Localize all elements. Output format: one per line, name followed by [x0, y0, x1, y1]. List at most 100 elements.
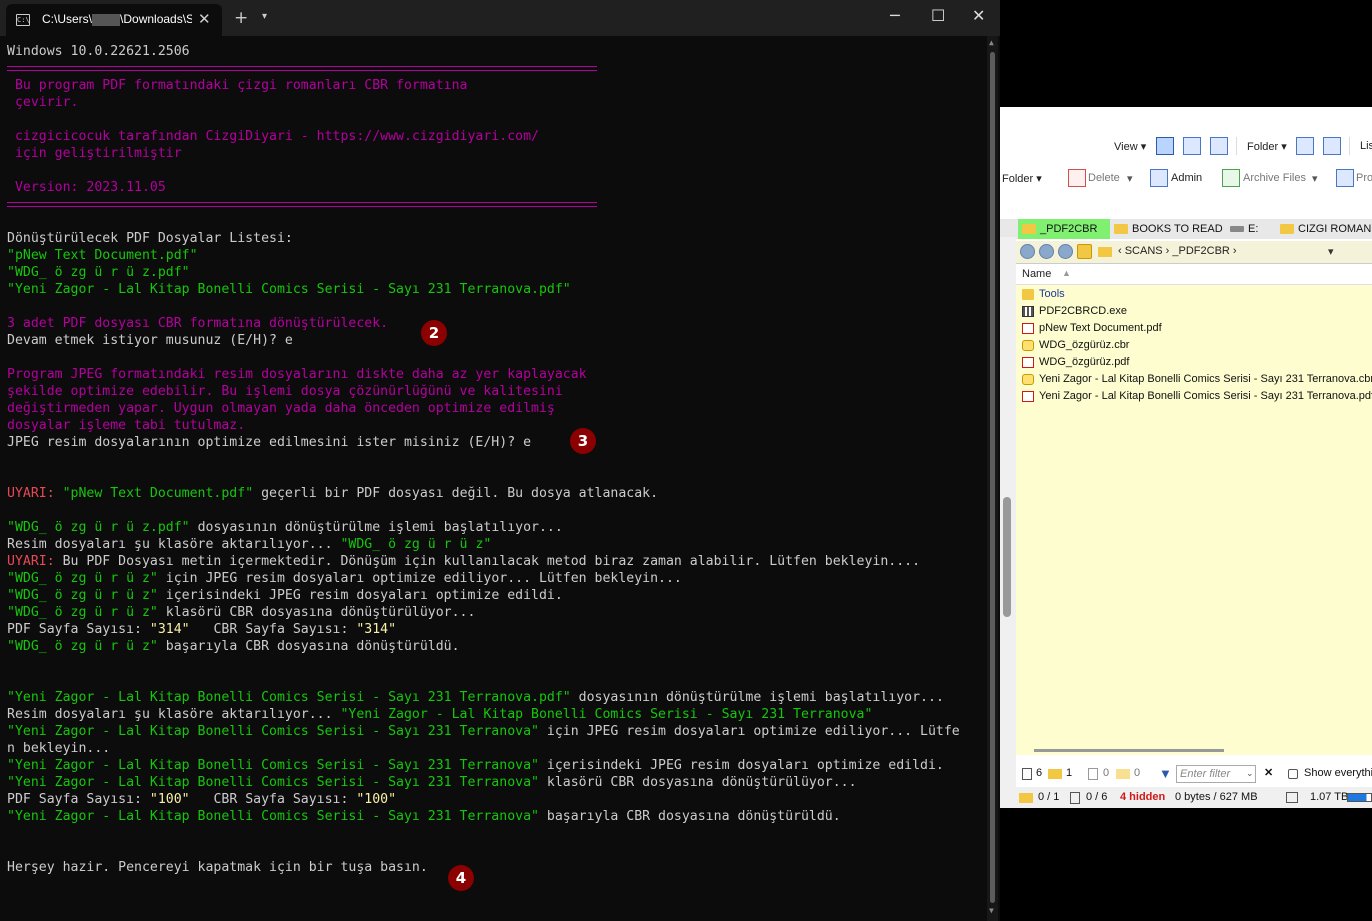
clear-filter-icon[interactable]: ✕ — [1264, 763, 1273, 784]
delete-icon[interactable] — [1068, 169, 1086, 187]
list-item[interactable]: Yeni Zagor - Lal Kitap Bonelli Comics Se… — [1022, 371, 1372, 388]
folder-icon — [1098, 247, 1112, 257]
address-bar[interactable]: ‹ SCANS › _PDF2CBR › ▾ — [1016, 241, 1372, 264]
properties-icon[interactable] — [1336, 169, 1354, 187]
tab-books-to-read[interactable]: BOOKS TO READ — [1110, 219, 1226, 239]
terminal-tab[interactable]: C:\ C:\Users\\Downloads\SCA ✕ — [6, 4, 222, 36]
tab-pdf2cbr[interactable]: _PDF2CBR — [1018, 219, 1110, 239]
list-item[interactable]: PDF2CBRCD.exe — [1022, 303, 1127, 320]
filter-input[interactable]: Enter filter — [1176, 765, 1256, 783]
sort-ascending-icon: ▲ — [1062, 268, 1071, 278]
maximize-button[interactable]: ☐ — [931, 6, 945, 25]
annotation-badge-2: 2 — [421, 320, 447, 346]
pdf-icon — [1022, 323, 1034, 334]
list-item[interactable]: Yeni Zagor - Lal Kitap Bonelli Comics Se… — [1022, 388, 1372, 405]
delete-dropdown-icon[interactable]: ▾ — [1127, 172, 1133, 185]
pdf-icon — [1022, 391, 1034, 402]
toolbar-actions: Folder ▾ Delete ▾ Admin Archive Files ▾ … — [1000, 163, 1372, 193]
delete-button[interactable]: Delete — [1088, 172, 1120, 184]
scroll-up-icon[interactable]: ▲ — [989, 38, 994, 47]
drive-free-space: 1.07 TB — [1310, 791, 1349, 803]
tab-drive-e[interactable]: E: — [1226, 219, 1276, 239]
favorites-icon[interactable] — [1077, 244, 1092, 259]
folder-view-menu[interactable]: Folder ▾ — [1247, 140, 1287, 153]
new-tab-button[interactable]: + — [234, 8, 248, 28]
address-dropdown-icon[interactable]: ▾ — [1328, 245, 1334, 258]
output-line: "WDG_ ö zg ü r ü z" başarıyla CBR dosyas… — [7, 639, 460, 654]
left-scrollbar[interactable] — [1000, 237, 1016, 808]
file-icon — [1070, 792, 1080, 804]
archive-dropdown-icon[interactable]: ▾ — [1312, 172, 1318, 185]
annotation-badge-4: 4 — [448, 865, 474, 891]
hidden-count[interactable]: 4 hidden — [1120, 787, 1165, 808]
output-line: cizgicicocuk tarafından CizgiDiyari - ht… — [7, 129, 539, 144]
lister-menu[interactable]: Lis — [1360, 140, 1372, 152]
admin-icon[interactable] — [1150, 169, 1168, 187]
folder-icon — [1116, 769, 1130, 779]
output-line: Resim dosyaları şu klasöre aktarılıyor..… — [7, 707, 873, 722]
tab-cizgi-roman[interactable]: CIZGI ROMAN — [1276, 219, 1372, 239]
tab-dropdown-button[interactable]: ▾ — [262, 11, 267, 22]
selected-files-count: 0 — [1103, 767, 1110, 779]
forward-icon[interactable] — [1039, 244, 1054, 259]
output-line: "WDG_ ö zg ü r ü z.pdf" dosyasının dönüş… — [7, 520, 563, 535]
output-line: "WDG_ ö zg ü r ü z" klasörü CBR dosyasın… — [7, 605, 476, 620]
drive-icon — [1286, 792, 1298, 803]
tiles-icon[interactable] — [1323, 137, 1341, 155]
show-everything-checkbox[interactable] — [1288, 769, 1298, 779]
scrollbar-thumb[interactable] — [990, 52, 995, 903]
output-line: için geliştirilmiştir — [7, 146, 182, 161]
file-manager-window[interactable]: View ▾ Folder ▾ Lis Folder ▾ Delete ▾ Ad… — [1000, 107, 1372, 808]
annotation-badge-3: 3 — [570, 428, 596, 454]
up-icon[interactable] — [1058, 244, 1073, 259]
close-tab-icon[interactable]: ✕ — [198, 10, 211, 28]
output-line: "Yeni Zagor - Lal Kitap Bonelli Comics S… — [7, 282, 571, 297]
column-header[interactable]: Name ▲ — [1016, 264, 1372, 285]
exe-icon — [1022, 306, 1034, 317]
terminal-window[interactable]: C:\ C:\Users\\Downloads\SCA ✕ + ▾ ─ ☐ ✕ … — [0, 0, 1000, 921]
file-list[interactable]: Name ▲ Tools PDF2CBRCD.exe pNew Text Doc… — [1016, 264, 1372, 754]
drive-icon — [1230, 226, 1244, 232]
thumbnail-icon[interactable] — [1296, 137, 1314, 155]
list-item[interactable]: pNew Text Document.pdf — [1022, 320, 1162, 337]
name-column[interactable]: Name — [1022, 268, 1051, 280]
new-folder-button[interactable]: Folder ▾ — [1002, 172, 1042, 185]
list-view-icon[interactable] — [1183, 137, 1201, 155]
minimize-button[interactable]: ─ — [890, 6, 900, 25]
scroll-down-icon[interactable]: ▼ — [989, 906, 994, 915]
scrollbar-thumb[interactable] — [1003, 497, 1011, 617]
preview-view-icon[interactable] — [1210, 137, 1228, 155]
archive-icon[interactable] — [1222, 169, 1240, 187]
folder-selection-count: 0 / 1 — [1038, 791, 1060, 803]
scrollbar-thumb[interactable] — [1034, 749, 1224, 752]
toolbar-view: View ▾ Folder ▾ Lis — [1000, 131, 1372, 161]
output-line: Herşey hazir. Pencereyi kapatmak için bi… — [7, 860, 428, 875]
terminal-scrollbar[interactable]: ▲ ▼ — [987, 36, 998, 921]
cmd-icon: C:\ — [16, 14, 30, 26]
output-line: Bu program PDF formatındaki çizgi romanl… — [7, 78, 468, 93]
archive-files-button[interactable]: Archive Files — [1243, 172, 1306, 184]
horizontal-scrollbar[interactable] — [1016, 747, 1372, 755]
magenta-divider — [7, 202, 597, 207]
file-icon — [1022, 768, 1032, 780]
details-view-icon[interactable] — [1156, 137, 1174, 155]
list-item[interactable]: WDG_özgürüz.pdf — [1022, 354, 1129, 371]
show-everything-label: Show everythi — [1304, 767, 1372, 779]
view-menu[interactable]: View ▾ — [1114, 140, 1146, 153]
files-count: 6 — [1036, 767, 1043, 779]
output-line: "Yeni Zagor - Lal Kitap Bonelli Comics S… — [7, 775, 857, 790]
folder-icon — [1280, 224, 1294, 234]
properties-button[interactable]: Pro — [1356, 172, 1372, 184]
output-line: UYARI: "pNew Text Document.pdf" geçerli … — [7, 486, 659, 501]
filter-dropdown-icon[interactable]: ⌄ — [1246, 763, 1254, 784]
breadcrumb[interactable]: ‹ SCANS › _PDF2CBR › — [1118, 245, 1237, 257]
output-line: Program JPEG formatındaki resim dosyalar… — [7, 367, 587, 382]
output-line: "Yeni Zagor - Lal Kitap Bonelli Comics S… — [7, 758, 944, 773]
filter-icon[interactable]: ▼ — [1159, 763, 1172, 784]
list-item[interactable]: WDG_özgürüz.cbr — [1022, 337, 1129, 354]
admin-button[interactable]: Admin — [1171, 172, 1202, 184]
list-item[interactable]: Tools — [1022, 286, 1065, 303]
back-icon[interactable] — [1020, 244, 1035, 259]
folder-icon — [1048, 769, 1062, 779]
close-window-button[interactable]: ✕ — [972, 6, 985, 25]
